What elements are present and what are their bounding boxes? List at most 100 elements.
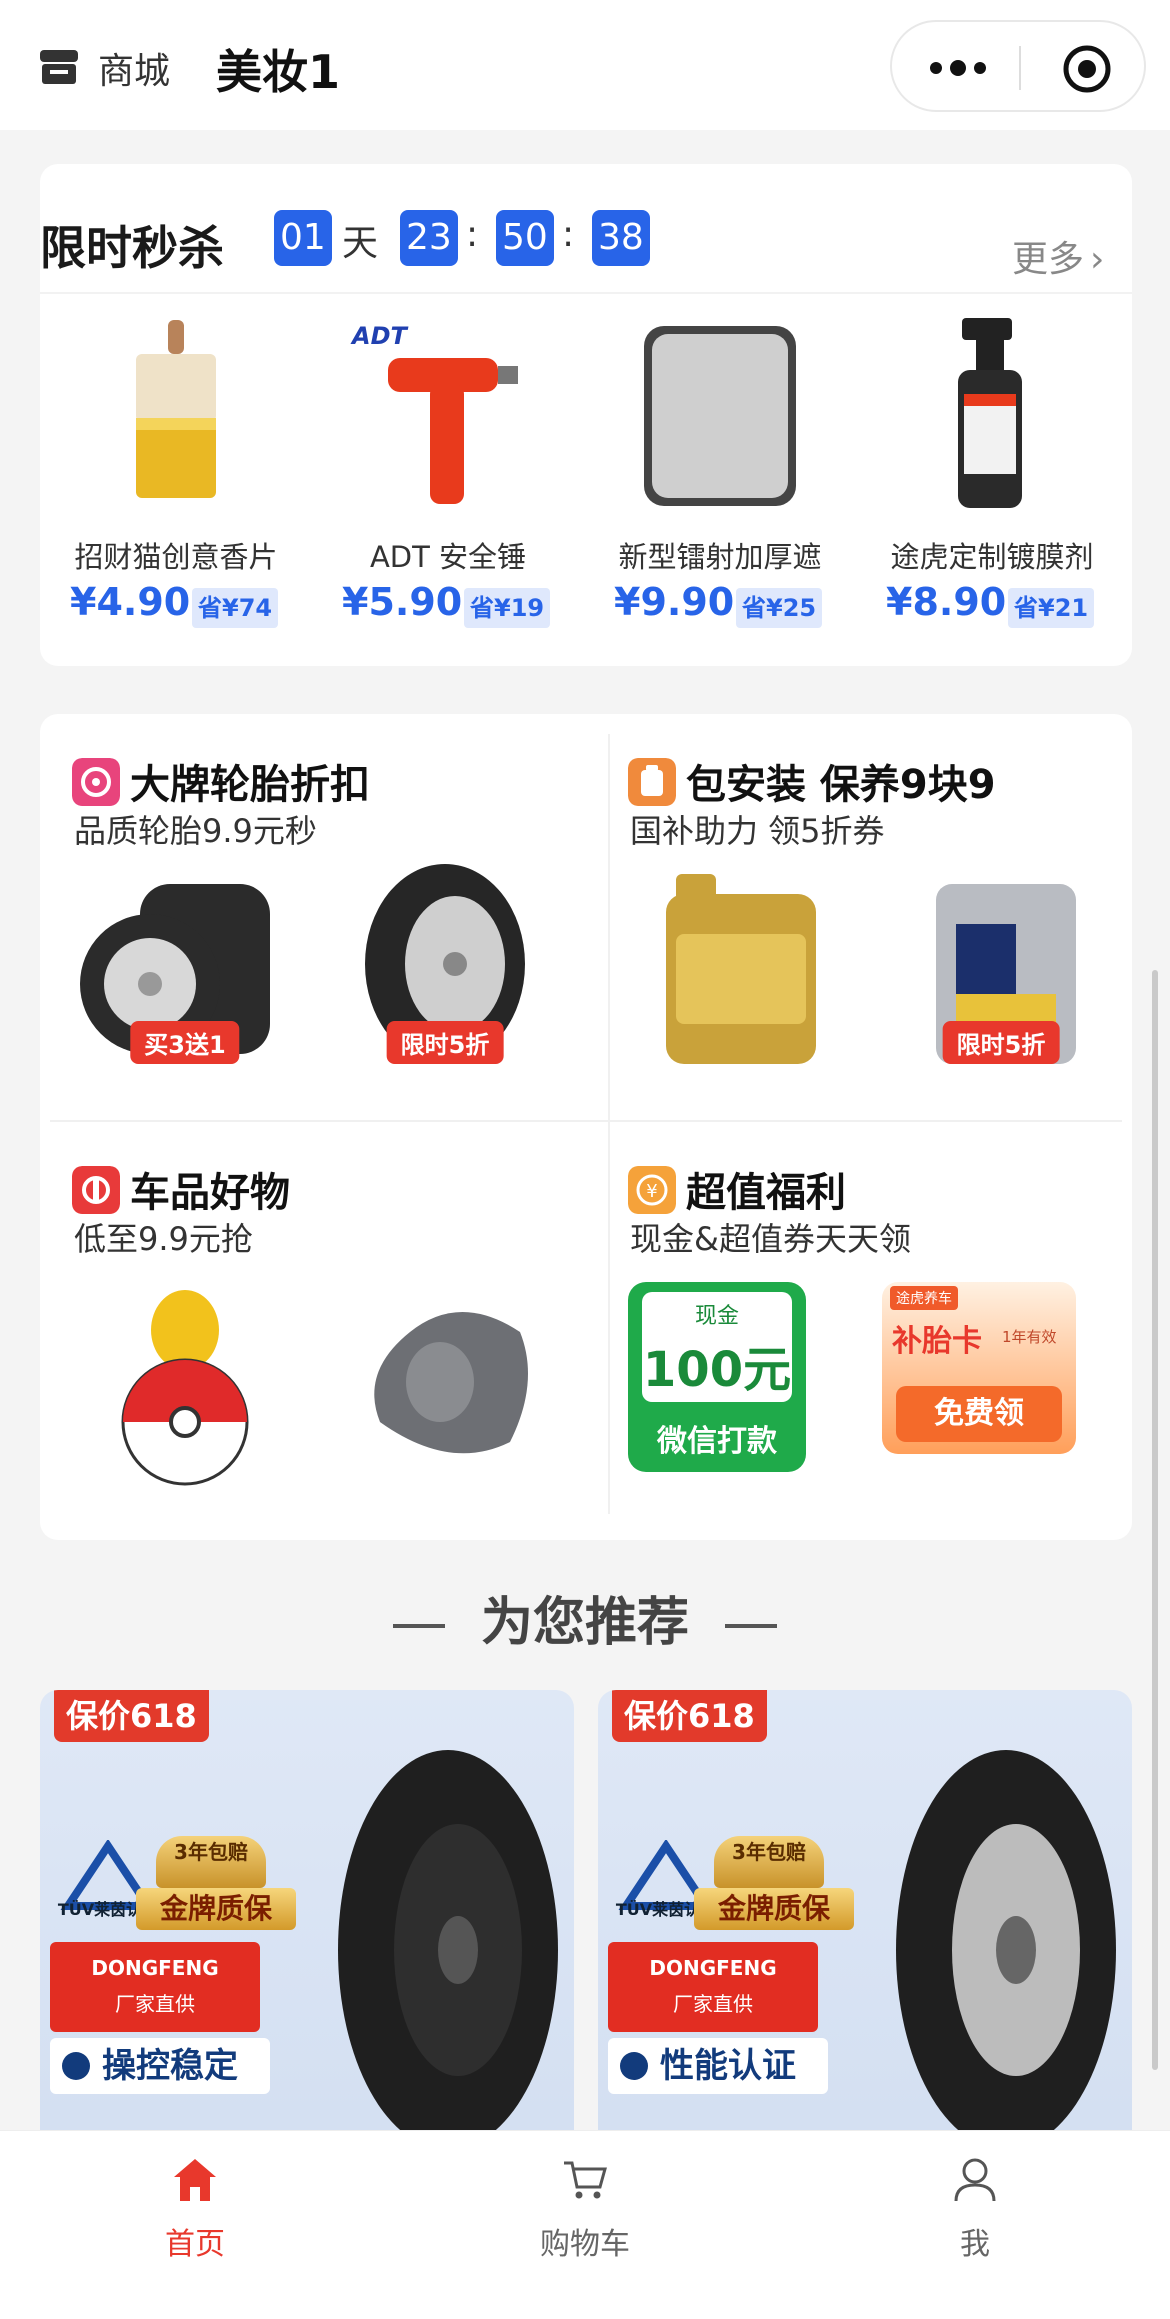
countdown-days: 01 xyxy=(274,210,332,266)
warranty-bottom: 金牌质保 xyxy=(694,1888,854,1930)
price-protect-badge: 保价618 xyxy=(54,1690,209,1742)
cash-card[interactable]: 现金 100元 微信打款 xyxy=(628,1282,806,1472)
drop-icon xyxy=(620,2052,648,2080)
cash-card-bottom: 微信打款 xyxy=(657,1424,777,1459)
brand-name: DONGFENG xyxy=(91,1956,219,1980)
top-nav-bar: 商城 美妆1 xyxy=(0,0,1170,130)
tire-repair-card[interactable]: 途虎养车 补胎卡 1年有效 免费领 xyxy=(882,1282,1076,1454)
brand-block: DONGFENG 厂家直供 xyxy=(608,1942,818,2032)
product-name: 新型镭射加厚遮 xyxy=(618,540,822,574)
brand-subtitle: 厂家直供 xyxy=(115,1992,195,2016)
tab-label: 我 xyxy=(960,2227,990,2262)
bottom-tab-bar: 首页 购物车 我 xyxy=(0,2130,1170,2319)
divider xyxy=(40,292,1132,294)
product-price: ¥5.90 xyxy=(342,580,463,624)
category-car-goods[interactable]: 车品好物 低至9.9元抢 xyxy=(40,1122,586,1522)
store-icon[interactable] xyxy=(38,48,80,86)
category-subtitle: 品质轮胎9.9元秒 xyxy=(74,812,317,850)
category-title: 大牌轮胎折扣 xyxy=(130,762,370,808)
flash-product-card[interactable]: ADT ADT 安全锤 ¥5.90 省¥19 xyxy=(312,304,584,664)
chevron-right-icon: › xyxy=(1090,239,1105,280)
cushion-icon xyxy=(374,1312,528,1454)
oil-bottle-icon xyxy=(666,874,816,1064)
store-link[interactable]: 商城 xyxy=(98,42,170,94)
pokeball-fragrance-image xyxy=(80,1272,290,1492)
page-title: 美妆1 xyxy=(216,45,341,99)
feature-label-block: 性能认证 xyxy=(608,2038,828,2094)
category-grid: 大牌轮胎折扣 品质轮胎9.9元秒 买3送1 限时5折 包安装 保养9块9 国补助… xyxy=(40,714,1132,1540)
scrollbar[interactable] xyxy=(1152,970,1158,2070)
brand-name: DONGFENG xyxy=(649,1956,777,1980)
capsule-divider xyxy=(1019,46,1021,90)
gift-icon xyxy=(72,1166,120,1214)
flash-product-card[interactable]: 途虎定制镀膜剂 ¥8.90 省¥21 xyxy=(856,304,1128,664)
heading-dash xyxy=(392,1624,445,1628)
product-price: ¥4.90 xyxy=(70,580,191,624)
tire-image: 限时5折 xyxy=(340,864,550,1084)
warranty-badge: 3年包赔 金牌质保 xyxy=(694,1836,854,1932)
product-saving-badge: 省¥19 xyxy=(464,588,551,628)
product-price: ¥8.90 xyxy=(886,580,1007,624)
tab-cart[interactable]: 购物车 xyxy=(485,2155,685,2275)
perfume-bottle-icon xyxy=(136,320,216,498)
recommend-heading: 为您推荐 xyxy=(0,1580,1170,1655)
tab-home[interactable]: 首页 xyxy=(95,2155,295,2275)
mini-program-capsule xyxy=(890,20,1146,112)
product-saving-badge: 省¥74 xyxy=(192,588,279,628)
tab-label: 购物车 xyxy=(540,2227,630,2262)
warranty-bottom: 金牌质保 xyxy=(136,1888,296,1930)
flash-sale-more-link[interactable]: 更多 › xyxy=(1012,230,1132,290)
cart-icon xyxy=(564,2161,607,2199)
more-label: 更多 xyxy=(1012,239,1085,280)
countdown-minutes: 50 xyxy=(496,210,554,266)
sunshade-icon xyxy=(644,326,796,506)
tire-product-icon xyxy=(896,1750,1116,2150)
flash-product-card[interactable]: 招财猫创意香片 ¥4.90 省¥74 xyxy=(40,304,312,664)
category-tire-discount[interactable]: 大牌轮胎折扣 品质轮胎9.9元秒 买3送1 限时5折 xyxy=(40,714,586,1114)
countdown-seconds: 38 xyxy=(592,210,650,266)
brand-subtitle: 厂家直供 xyxy=(673,1992,753,2016)
home-icon xyxy=(174,2159,216,2201)
tire-discount-icon xyxy=(72,758,120,806)
category-welfare[interactable]: ¥ 超值福利 现金&超值券天天领 现金 100元 微信打款 途虎养车 补胎卡 1… xyxy=(596,1122,1132,1522)
tire-card-validity: 1年有效 xyxy=(1002,1328,1057,1346)
more-options-icon[interactable] xyxy=(928,50,988,86)
warranty-top: 3年包赔 xyxy=(714,1836,824,1888)
feature-label: 性能认证 xyxy=(660,2046,796,2086)
feature-label-block: 操控稳定 xyxy=(50,2038,270,2094)
cash-card-top: 现金 xyxy=(694,1304,739,1329)
promo-tag: 买3送1 xyxy=(130,1021,240,1064)
product-saving-badge: 省¥25 xyxy=(736,588,823,628)
tire-card-brand: 途虎养车 xyxy=(890,1286,958,1310)
seat-cushion-image xyxy=(340,1272,550,1492)
spray-bottle-icon xyxy=(958,318,1022,508)
pokeball-icon xyxy=(121,1290,249,1486)
yen-coin-icon: ¥ xyxy=(628,1166,676,1214)
category-title: 超值福利 xyxy=(686,1170,846,1216)
countdown-day-unit: 天 xyxy=(342,223,379,264)
oil-can-icon xyxy=(628,758,676,806)
flash-sale-title: 限时秒杀 xyxy=(40,221,224,275)
countdown-separator: : xyxy=(562,214,575,255)
tab-label: 首页 xyxy=(165,2227,225,2262)
category-subtitle: 现金&超值券天天领 xyxy=(630,1220,911,1258)
mobil-oil-image: 限时5折 xyxy=(896,864,1106,1084)
steering-wheel-icon xyxy=(62,2052,90,2080)
product-name: ADT 安全锤 xyxy=(369,540,527,574)
warranty-top: 3年包赔 xyxy=(156,1836,266,1888)
product-name: 途虎定制镀膜剂 xyxy=(890,540,1094,574)
tire-card-title: 补胎卡 xyxy=(892,1324,982,1359)
warranty-badge: 3年包赔 金牌质保 xyxy=(136,1836,296,1932)
tire-card-claim-button[interactable]: 免费领 xyxy=(896,1386,1062,1442)
category-maintenance[interactable]: 包安装 保养9块9 国补助力 领5折券 限时5折 xyxy=(596,714,1132,1114)
feature-label: 操控稳定 xyxy=(102,2046,238,2086)
flash-product-card[interactable]: 新型镭射加厚遮 ¥9.90 省¥25 xyxy=(584,304,856,664)
product-name: 招财猫创意香片 xyxy=(74,540,278,574)
product-saving-badge: 省¥21 xyxy=(1008,588,1095,628)
countdown-separator: : xyxy=(466,214,479,255)
tab-profile[interactable]: 我 xyxy=(875,2155,1075,2275)
price-protect-badge: 保价618 xyxy=(612,1690,767,1742)
promo-tag: 限时5折 xyxy=(942,1021,1060,1064)
tire-product-icon xyxy=(338,1750,558,2150)
close-mini-program-icon[interactable] xyxy=(1062,44,1112,94)
